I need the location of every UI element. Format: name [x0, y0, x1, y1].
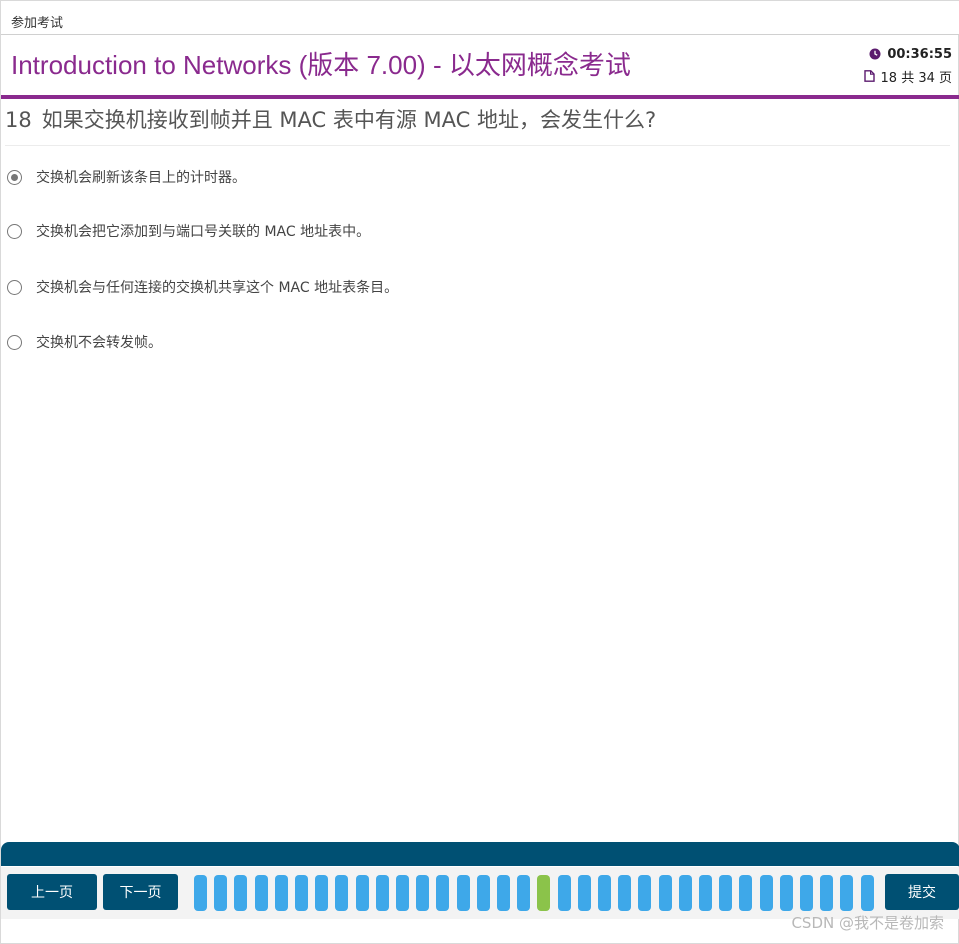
question-cell-current[interactable]	[537, 875, 551, 911]
question-cell[interactable]	[194, 875, 207, 911]
next-page-button[interactable]: 下一页	[103, 874, 178, 910]
answer-option-2[interactable]: 交换机会把它添加到与端口号关联的 MAC 地址表中。	[7, 219, 370, 243]
answer-option-label: 交换机会刷新该条目上的计时器。	[36, 170, 246, 186]
question-cell[interactable]	[234, 875, 248, 911]
header-divider	[1, 95, 959, 99]
answer-option-label: 交换机会与任何连接的交换机共享这个 MAC 地址表条目。	[36, 280, 399, 296]
exam-window: 参加考试 Introduction to Networks (版本 7.00) …	[0, 0, 959, 944]
question-cell[interactable]	[517, 875, 531, 911]
exam-meta: 00:36:55 18 共 34 页	[842, 43, 952, 87]
question-cell[interactable]	[638, 875, 652, 911]
question-cell[interactable]	[497, 875, 510, 911]
question-cell[interactable]	[598, 875, 611, 911]
answer-option-label: 交换机会把它添加到与端口号关联的 MAC 地址表中。	[36, 224, 371, 240]
previous-page-button[interactable]: 上一页	[7, 874, 97, 910]
question-navigator	[194, 875, 880, 911]
answer-option-4[interactable]: 交换机不会转发帧。	[7, 330, 162, 354]
question-number: 18	[5, 108, 32, 132]
question-cell[interactable]	[214, 875, 228, 911]
footer-top-bar	[1, 842, 959, 866]
page-icon	[863, 70, 875, 82]
answer-option-3[interactable]: 交换机会与任何连接的交换机共享这个 MAC 地址表条目。	[7, 275, 398, 299]
question-cell[interactable]	[577, 875, 591, 911]
question-cell[interactable]	[800, 875, 813, 911]
submit-button[interactable]: 提交	[885, 874, 959, 910]
question-cell[interactable]	[719, 875, 733, 911]
breadcrumb: 参加考试	[11, 16, 64, 31]
clock-icon	[869, 48, 881, 60]
answer-option-1[interactable]: 交换机会刷新该条目上的计时器。	[7, 165, 246, 189]
radio-button[interactable]	[7, 223, 22, 239]
question-cell[interactable]	[779, 875, 793, 911]
question-cell[interactable]	[396, 875, 409, 911]
question-cell[interactable]	[678, 875, 692, 911]
question-cell[interactable]	[335, 875, 349, 911]
question-cell[interactable]	[315, 875, 329, 911]
question-cell[interactable]	[274, 875, 288, 911]
page-row: 18 共 34 页	[842, 65, 952, 87]
question-cell[interactable]	[860, 875, 874, 911]
exam-header: Introduction to Networks (版本 7.00) - 以太网…	[1, 35, 959, 95]
question-text: 如果交换机接收到帧并且 MAC 表中有源 MAC 地址，会发生什么?	[41, 108, 657, 132]
top-bar: 参加考试	[1, 1, 959, 35]
question-cell[interactable]	[436, 875, 450, 911]
question-cell[interactable]	[658, 875, 672, 911]
question-cell[interactable]	[820, 875, 834, 911]
timer-row: 00:36:55	[842, 43, 952, 65]
page-title: Introduction to Networks (版本 7.00) - 以太网…	[11, 50, 631, 80]
question-cell[interactable]	[375, 875, 389, 911]
page-indicator: 18 共 34 页	[880, 70, 952, 86]
question-cell[interactable]	[254, 875, 268, 911]
question-cell[interactable]	[416, 875, 430, 911]
timer-text: 00:36:55	[887, 46, 952, 62]
question-cell[interactable]	[699, 875, 712, 911]
watermark: CSDN @我不是卷加索	[791, 914, 944, 932]
answer-option-label: 交换机不会转发帧。	[36, 335, 162, 351]
question-cell[interactable]	[456, 875, 470, 911]
question-cell[interactable]	[618, 875, 632, 911]
question-cell[interactable]	[840, 875, 854, 911]
radio-button[interactable]	[7, 334, 22, 350]
question-cell[interactable]	[739, 875, 753, 911]
radio-button-selected[interactable]	[7, 169, 22, 185]
question-cell[interactable]	[295, 875, 308, 911]
question-cell[interactable]	[557, 875, 571, 911]
question-cell[interactable]	[759, 875, 773, 911]
question-cell[interactable]	[355, 875, 369, 911]
question-heading: 18 如果交换机接收到帧并且 MAC 表中有源 MAC 地址，会发生什么?	[5, 104, 950, 146]
question-cell[interactable]	[476, 875, 490, 911]
radio-button[interactable]	[7, 279, 22, 295]
